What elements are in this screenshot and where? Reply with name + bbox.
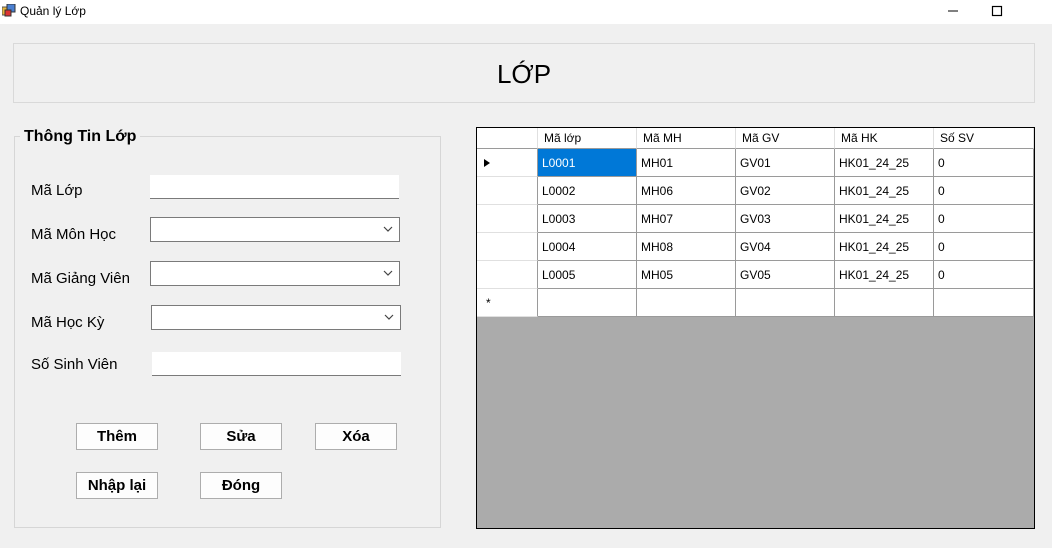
grid-cell[interactable]: HK01_24_25 (835, 233, 934, 261)
class-data-grid[interactable]: Mã lớp Mã MH Mã GV Mã HK Số SV L0001 MH0… (476, 127, 1035, 529)
grid-cell[interactable] (538, 289, 637, 317)
groupbox-title: Thông Tin Lớp (20, 128, 141, 146)
so-sinh-vien-input[interactable] (152, 352, 401, 376)
table-row[interactable]: L0001 MH01 GV01 HK01_24_25 0 (477, 149, 1034, 177)
grid-cell[interactable]: 0 (934, 233, 1034, 261)
column-header-so-sv[interactable]: Số SV (934, 128, 1034, 149)
grid-corner-header[interactable] (477, 128, 538, 149)
ma-giang-vien-combo[interactable] (150, 261, 400, 286)
grid-cell[interactable]: L0001 (538, 149, 637, 177)
row-header[interactable]: * (477, 289, 538, 317)
grid-cell[interactable]: GV01 (736, 149, 835, 177)
grid-cell[interactable] (637, 289, 736, 317)
ma-hoc-ky-combo[interactable] (151, 305, 401, 330)
minimize-button[interactable] (930, 0, 976, 22)
grid-cell[interactable]: L0004 (538, 233, 637, 261)
grid-cell[interactable]: GV05 (736, 261, 835, 289)
app-icon (2, 4, 16, 17)
grid-cell[interactable]: 0 (934, 261, 1034, 289)
row-header[interactable] (477, 177, 538, 205)
ma-mon-hoc-combo[interactable] (150, 217, 400, 242)
row-header[interactable] (477, 233, 538, 261)
row-header[interactable] (477, 261, 538, 289)
grid-cell[interactable] (835, 289, 934, 317)
title-bar: Quản lý Lớp (0, 0, 1052, 24)
dong-button[interactable]: Đóng (200, 472, 282, 499)
label-ma-lop: Mã Lớp (31, 182, 83, 199)
grid-cell[interactable]: MH05 (637, 261, 736, 289)
grid-cell[interactable]: L0005 (538, 261, 637, 289)
grid-cell[interactable]: HK01_24_25 (835, 261, 934, 289)
xoa-button[interactable]: Xóa (315, 423, 397, 450)
ma-lop-input[interactable] (150, 175, 399, 199)
grid-cell[interactable]: L0002 (538, 177, 637, 205)
nhap-lai-button[interactable]: Nhập lại (76, 472, 158, 499)
grid-cell[interactable]: GV02 (736, 177, 835, 205)
grid-cell[interactable]: HK01_24_25 (835, 205, 934, 233)
grid-cell[interactable]: 0 (934, 205, 1034, 233)
chevron-down-icon (383, 270, 393, 276)
table-row[interactable]: L0005 MH05 GV05 HK01_24_25 0 (477, 261, 1034, 289)
new-row-marker: * (486, 296, 491, 310)
label-so-sinh-vien: Số Sinh Viên (31, 356, 118, 373)
grid-cell[interactable]: MH06 (637, 177, 736, 205)
grid-cell[interactable]: MH01 (637, 149, 736, 177)
row-header[interactable] (477, 205, 538, 233)
chevron-down-icon (384, 314, 394, 320)
column-header-ma-lop[interactable]: Mã lớp (538, 128, 637, 149)
label-ma-mon-hoc: Mã Môn Học (31, 226, 117, 243)
grid-cell[interactable]: HK01_24_25 (835, 149, 934, 177)
grid-cell[interactable]: 0 (934, 149, 1034, 177)
label-ma-hoc-ky: Mã Học Kỳ (31, 314, 105, 331)
column-header-ma-gv[interactable]: Mã GV (736, 128, 835, 149)
them-button[interactable]: Thêm (76, 423, 158, 450)
grid-cell[interactable] (934, 289, 1034, 317)
grid-header-row: Mã lớp Mã MH Mã GV Mã HK Số SV (477, 128, 1034, 149)
row-header[interactable] (477, 149, 538, 177)
window-title: Quản lý Lớp (20, 4, 86, 18)
maximize-icon (991, 5, 1003, 17)
table-row[interactable]: L0004 MH08 GV04 HK01_24_25 0 (477, 233, 1034, 261)
table-row[interactable]: L0003 MH07 GV03 HK01_24_25 0 (477, 205, 1034, 233)
page-title: LỚP (496, 59, 552, 89)
grid-cell[interactable]: L0003 (538, 205, 637, 233)
grid-cell[interactable]: GV04 (736, 233, 835, 261)
minimize-icon (948, 10, 958, 12)
current-row-arrow-icon (484, 159, 490, 167)
header-panel: LỚP (13, 43, 1035, 103)
column-header-ma-hk[interactable]: Mã HK (835, 128, 934, 149)
grid-cell[interactable]: MH08 (637, 233, 736, 261)
label-ma-giang-vien: Mã Giảng Viên (31, 270, 130, 287)
grid-cell[interactable]: HK01_24_25 (835, 177, 934, 205)
maximize-button[interactable] (974, 0, 1020, 22)
sua-button[interactable]: Sửa (200, 423, 282, 450)
grid-cell[interactable]: MH07 (637, 205, 736, 233)
grid-cell[interactable]: 0 (934, 177, 1034, 205)
grid-cell[interactable]: GV03 (736, 205, 835, 233)
new-row[interactable]: * (477, 289, 1034, 317)
grid-cell[interactable] (736, 289, 835, 317)
column-header-ma-mh[interactable]: Mã MH (637, 128, 736, 149)
chevron-down-icon (383, 226, 393, 232)
table-row[interactable]: L0002 MH06 GV02 HK01_24_25 0 (477, 177, 1034, 205)
